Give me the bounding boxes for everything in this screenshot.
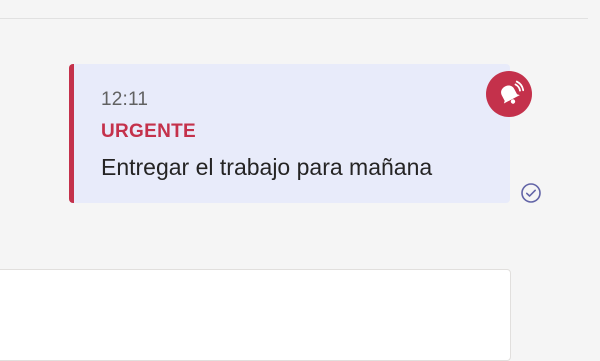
bell-glyph: [501, 80, 524, 104]
compose-box[interactable]: [0, 269, 511, 361]
urgent-bell-icon: [486, 71, 532, 117]
message-text: Entregar el trabajo para mañana: [101, 154, 433, 180]
top-divider: [0, 18, 588, 19]
chat-message[interactable]: 12:11 URGENTE Entregar el trabajo para m…: [69, 64, 510, 203]
priority-label: URGENTE: [101, 121, 196, 142]
message-timestamp: 12:11: [101, 89, 149, 110]
read-check-icon: [521, 183, 541, 203]
